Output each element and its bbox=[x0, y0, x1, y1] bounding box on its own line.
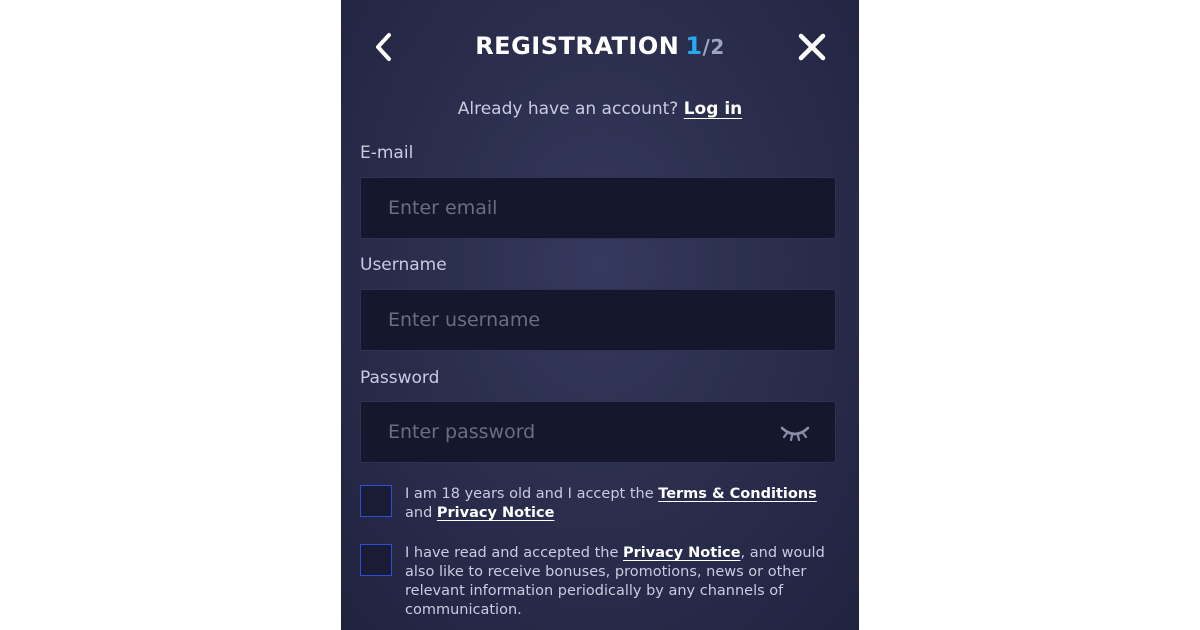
email-field[interactable] bbox=[361, 178, 835, 238]
password-field[interactable] bbox=[361, 402, 835, 462]
username-field[interactable] bbox=[361, 290, 835, 350]
privacy-link-marketing[interactable]: Privacy Notice bbox=[623, 545, 741, 561]
marketing-consent-checkbox[interactable] bbox=[360, 544, 392, 576]
age-consent-text: I am 18 years old and I accept the Terms… bbox=[405, 485, 845, 523]
age-consent-row: I am 18 years old and I accept the Terms… bbox=[360, 485, 840, 525]
email-label: E-mail bbox=[360, 143, 414, 163]
password-visibility-toggle[interactable] bbox=[779, 422, 811, 444]
password-field-container bbox=[360, 401, 836, 463]
login-link[interactable]: Log in bbox=[684, 99, 743, 119]
email-field-container bbox=[360, 177, 836, 239]
marketing-consent-prefix: I have read and accepted the bbox=[405, 545, 624, 561]
title-text: REGISTRATION bbox=[475, 32, 680, 60]
page-title: REGISTRATION 1/2 bbox=[341, 30, 859, 63]
close-icon bbox=[798, 33, 826, 61]
eye-closed-icon bbox=[780, 426, 810, 442]
marketing-consent-row: I have read and accepted the Privacy Not… bbox=[360, 544, 840, 624]
age-consent-middle: and bbox=[405, 505, 437, 521]
age-consent-checkbox[interactable] bbox=[360, 485, 392, 517]
step-current: 1 bbox=[685, 32, 703, 60]
password-label: Password bbox=[360, 368, 440, 388]
step-total: /2 bbox=[702, 35, 725, 59]
login-prompt: Already have an account? Log in bbox=[341, 97, 859, 121]
close-button[interactable] bbox=[796, 31, 828, 63]
marketing-consent-text: I have read and accepted the Privacy Not… bbox=[405, 544, 845, 620]
privacy-link-age[interactable]: Privacy Notice bbox=[437, 505, 555, 521]
age-consent-prefix: I am 18 years old and I accept the bbox=[405, 486, 659, 502]
terms-link[interactable]: Terms & Conditions bbox=[658, 486, 817, 502]
registration-panel: REGISTRATION 1/2 Already have an account?… bbox=[341, 0, 859, 630]
username-label: Username bbox=[360, 255, 447, 275]
username-field-container bbox=[360, 289, 836, 351]
login-prompt-text: Already have an account? bbox=[457, 99, 679, 119]
